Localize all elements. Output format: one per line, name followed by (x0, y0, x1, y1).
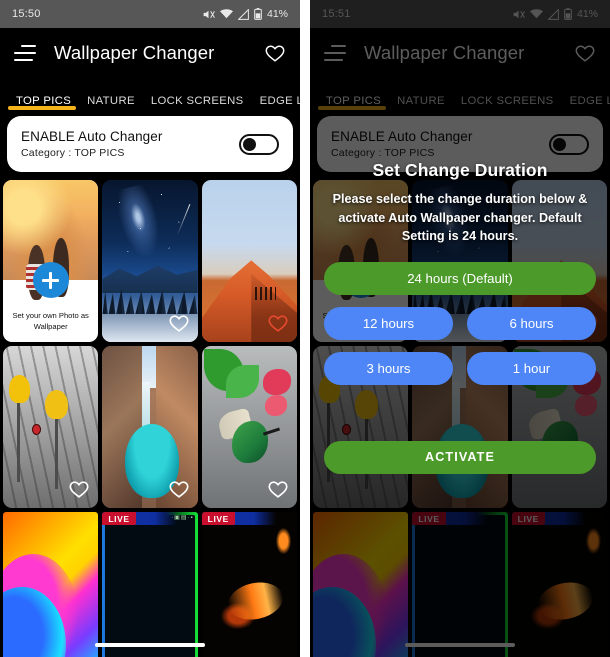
wallpaper-card-set-own-photo[interactable]: Set your own Photo as Wallpaper (3, 180, 99, 342)
tulip-stem-left (17, 401, 20, 483)
waterfall-decor (142, 381, 150, 431)
dialog-title: Set Change Duration (372, 160, 548, 180)
tulip-bloom-right (44, 389, 68, 419)
tab-active-indicator (8, 106, 76, 110)
wallpaper-card-live-edge-green[interactable]: LIVE ·▣▤·▪ (102, 512, 198, 657)
signal-icon (237, 8, 249, 20)
screenshot-stage: 15:50 41% Wallpaper Changer TOP PICS NAT… (0, 0, 610, 657)
enable-auto-changer-card[interactable]: ENABLE Auto Changer Category : TOP PICS (7, 116, 293, 172)
flower-decor-2 (264, 394, 288, 416)
wallpaper-card-galaxy[interactable] (102, 180, 198, 342)
favorite-heart-icon[interactable] (267, 312, 289, 334)
favorite-heart-icon[interactable] (168, 478, 190, 500)
favorite-heart-icon[interactable] (168, 312, 190, 334)
hamburger-menu-icon[interactable] (14, 45, 36, 61)
wallpaper-card-gradient-blob[interactable] (3, 512, 99, 657)
enable-card-texts: ENABLE Auto Changer Category : TOP PICS (21, 129, 239, 159)
enable-card-wrapper: ENABLE Auto Changer Category : TOP PICS (0, 110, 300, 180)
duration-options-row-1: 12 hours 6 hours (324, 306, 596, 340)
duration-option-3-hours[interactable]: 3 hours (324, 351, 453, 385)
phone-screen-left: 15:50 41% Wallpaper Changer TOP PICS NAT… (0, 0, 300, 657)
home-indicator-left[interactable] (0, 643, 300, 647)
toggle-knob (243, 137, 256, 151)
wallpaper-card-canyon-pool[interactable] (102, 346, 198, 508)
wallpaper-card-live-fire[interactable]: LIVE (201, 512, 297, 657)
tab-nature[interactable]: NATURE (79, 95, 143, 110)
duration-option-12-hours[interactable]: 12 hours (324, 306, 453, 340)
tab-bar-left: TOP PICS NATURE LOCK SCREENS EDGE LIGHT (0, 78, 300, 110)
heart-icon[interactable] (264, 42, 286, 64)
page-title: Wallpaper Changer (54, 42, 215, 63)
add-photo-icon[interactable] (32, 262, 69, 299)
hummingbird-decor (232, 420, 269, 463)
add-photo-caption: Set your own Photo as Wallpaper (12, 311, 89, 331)
ladybug-decor (31, 423, 41, 435)
duration-option-24-hours-default[interactable]: 24 hours (Default) (324, 261, 596, 295)
live-badge: LIVE (201, 512, 235, 525)
status-bar-left: 15:50 41% (0, 0, 300, 28)
wallpaper-card-tulips[interactable] (3, 346, 99, 508)
status-strip-decor: ·▣▤·▪ (171, 515, 194, 521)
fire-glow-decor (276, 528, 292, 555)
duration-option-1-hour[interactable]: 1 hour (467, 351, 596, 385)
wifi-icon (219, 8, 233, 18)
flower-decor-1 (262, 368, 292, 395)
dialog-description: Please select the change duration below … (332, 192, 588, 244)
favorite-heart-icon[interactable] (267, 478, 289, 500)
battery-icon (254, 8, 262, 20)
phone-screen-right: 15:51 41% Wallpaper Changer TOP PICS NAT… (310, 0, 610, 657)
battery-percent: 41% (266, 8, 288, 20)
tulip-stem-right (55, 417, 58, 489)
wallpaper-card-hummingbird[interactable] (201, 346, 297, 508)
wallpaper-grid-left: Set your own Photo as Wallpaper LIVE ·▣▤… (0, 180, 300, 657)
favorite-heart-icon[interactable] (68, 478, 90, 500)
mute-icon (203, 10, 215, 18)
live-badge: LIVE (102, 512, 136, 525)
wallpaper-card-desert-dune[interactable] (201, 180, 297, 342)
enable-card-subtitle: Category : TOP PICS (21, 147, 125, 159)
duration-option-6-hours[interactable]: 6 hours (467, 306, 596, 340)
status-clock: 15:50 (12, 8, 41, 20)
dune-walkers-decor (255, 286, 277, 300)
tab-lock-screens[interactable]: LOCK SCREENS (143, 95, 252, 110)
app-bar-left: Wallpaper Changer (0, 28, 300, 78)
activate-button[interactable]: ACTIVATE (324, 440, 596, 474)
tulip-bloom-left (8, 375, 30, 403)
auto-changer-toggle[interactable] (239, 133, 279, 155)
enable-card-title: ENABLE Auto Changer (21, 129, 163, 144)
status-icon-group: 41% (202, 8, 288, 20)
set-change-duration-dialog: Set Change Duration Please select the ch… (310, 160, 610, 474)
leaf-decor-2 (226, 365, 259, 398)
edge-inner-screen (105, 515, 195, 657)
duration-options-row-2: 3 hours 1 hour (324, 351, 596, 385)
tab-edge-light[interactable]: EDGE LIGHT (252, 95, 300, 110)
